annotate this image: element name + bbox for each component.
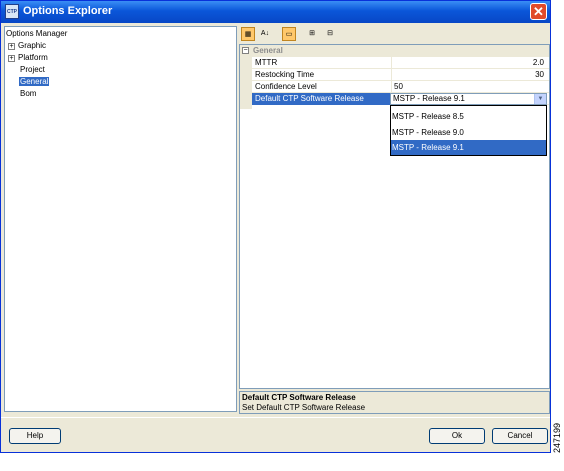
window-title: Options Explorer [23,5,113,17]
tree-item-label: Bom [20,89,37,98]
property-name: Default CTP Software Release [252,93,391,105]
column-divider [391,57,392,69]
options-tree[interactable]: Options Manager + Graphic + Platform Proje… [4,26,237,412]
release-select-value: MSTP - Release 9.1 [393,94,465,103]
column-divider [391,69,392,81]
tree-item-label: Project [20,65,45,74]
expand-icon[interactable]: + [8,54,15,62]
property-name: Restocking Time [255,70,315,79]
close-button[interactable]: ✕ [530,3,547,20]
property-row-mttr[interactable]: MTTR 2.0 [252,57,549,69]
tree-item-project[interactable]: Project [20,64,45,76]
property-panel: ▦ A↓ ▭ ⊞ ⊟ − General MTTR 2.0 Restocking… [239,26,550,414]
tree-item-graphic[interactable]: + Graphic [8,40,46,52]
help-button[interactable]: Help [9,428,61,444]
property-pages-icon[interactable]: ▭ [282,27,296,41]
description-text: Set Default CTP Software Release [242,403,366,412]
categorized-icon[interactable]: ▦ [241,27,255,41]
options-explorer-window: CTP Options Explorer ✕ Options Manager +… [0,0,551,453]
description-pane: Default CTP Software Release Set Default… [239,391,550,414]
column-divider [391,81,392,93]
dropdown-option[interactable]: MSTP - Release 8.5 [391,109,546,124]
tree-item-platform[interactable]: + Platform [8,52,48,64]
button-bar: Help Ok Cancel [1,417,550,453]
category-general[interactable]: − General [240,45,549,57]
dropdown-option[interactable]: MSTP - Release 9.0 [391,125,546,140]
tree-root[interactable]: Options Manager [6,28,67,40]
collapse-all-icon[interactable]: ⊟ [323,27,337,41]
tree-item-label: Graphic [18,41,47,50]
cancel-button[interactable]: Cancel [492,428,548,444]
expand-all-icon[interactable]: ⊞ [305,27,319,41]
property-row-restocking-time[interactable]: Restocking Time 30 [252,69,549,81]
release-select[interactable]: MSTP - Release 9.1 ▼ [390,93,547,105]
figure-id: 247199 [552,422,562,453]
property-value[interactable]: 2.0 [394,57,544,69]
release-dropdown-list: MSTP - Release 8.5 MSTP - Release 9.0 MS… [390,105,547,156]
tree-item-label: General [19,77,50,86]
property-name: Confidence Level [255,82,317,91]
property-value[interactable]: 50 [394,81,544,93]
tree-item-bom[interactable]: Bom [20,88,36,100]
dropdown-option-selected[interactable]: MSTP - Release 9.1 [391,140,546,155]
category-label: General [253,46,283,55]
chevron-down-icon[interactable]: ▼ [534,94,546,104]
app-options-icon: CTP [5,4,19,19]
collapse-icon[interactable]: − [242,47,249,54]
tree-item-label: Platform [18,53,48,62]
property-value[interactable]: 30 [394,69,544,81]
title-bar[interactable]: CTP Options Explorer ✕ [1,1,550,23]
tree-item-general[interactable]: General [19,76,50,88]
property-name: MTTR [255,58,278,67]
sort-alphabetical-icon[interactable]: A↓ [258,27,272,41]
expand-icon[interactable]: + [8,42,15,50]
property-toolbar: ▦ A↓ ▭ ⊞ ⊟ [239,26,550,44]
description-title: Default CTP Software Release [242,393,356,402]
property-row-confidence-level[interactable]: Confidence Level 50 [252,81,549,93]
ok-button[interactable]: Ok [429,428,485,444]
